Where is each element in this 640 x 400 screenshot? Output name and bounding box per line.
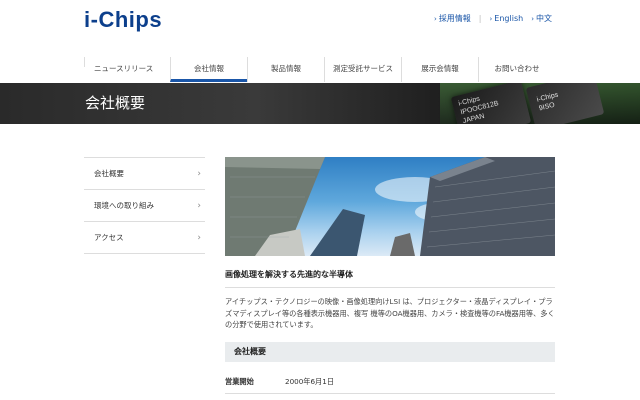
util-link-english[interactable]: › English bbox=[489, 14, 523, 23]
util-link-label: English bbox=[494, 14, 524, 23]
nav-item-measurement[interactable]: 測定受託サービス bbox=[324, 57, 401, 82]
info-row: 営業開始 2000年6月1日 bbox=[225, 377, 555, 387]
chevron-right-icon: › bbox=[197, 200, 201, 211]
sidebar-item-label: アクセス bbox=[94, 233, 124, 242]
logo[interactable]: i-Chips bbox=[84, 7, 162, 33]
chevron-right-icon: › bbox=[197, 232, 201, 243]
utility-nav: › 採用情報 | › English › 中文 bbox=[434, 13, 552, 24]
section-title: 会社概要 bbox=[225, 342, 555, 362]
chip-label: i-Chips IPOOC812B JAPAN bbox=[457, 95, 500, 124]
nav-item-exhibitions[interactable]: 展示会情報 bbox=[401, 57, 478, 82]
chevron-right-icon: › bbox=[489, 15, 493, 23]
global-nav: ニュースリリース 会社情報 製品情報 測定受託サービス 展示会情報 お問い合わせ bbox=[84, 57, 555, 82]
page-banner: i-Chips IPOOC812B JAPAN i-Chips 9ISO 会社概… bbox=[0, 83, 640, 124]
util-link-label: 中文 bbox=[536, 14, 552, 23]
sidebar-item-environment[interactable]: 環境への取り組み › bbox=[84, 189, 205, 221]
nav-item-products[interactable]: 製品情報 bbox=[247, 57, 324, 82]
divider bbox=[225, 393, 555, 394]
sidebar-item-label: 環境への取り組み bbox=[94, 201, 154, 210]
util-link-label: 採用情報 bbox=[438, 14, 471, 23]
content-description: アイチップス・テクノロジーの映像・画像処理向けLSI は、プロジェクター・液晶デ… bbox=[225, 297, 555, 329]
nav-item-contact[interactable]: お問い合わせ bbox=[478, 57, 555, 82]
sidebar-item-access[interactable]: アクセス › bbox=[84, 221, 205, 254]
chip-label: i-Chips 9ISO bbox=[536, 91, 559, 113]
divider bbox=[225, 287, 555, 288]
info-value: 2000年6月1日 bbox=[285, 377, 335, 386]
page-title: 会社概要 bbox=[85, 94, 146, 112]
nav-item-news[interactable]: ニュースリリース bbox=[84, 57, 170, 82]
sidebar-item-overview[interactable]: 会社概要 › bbox=[84, 157, 205, 189]
skyscrapers-graphic bbox=[225, 157, 555, 256]
sidebar-nav: 会社概要 › 環境への取り組み › アクセス › bbox=[84, 157, 205, 254]
chevron-right-icon: › bbox=[197, 168, 201, 179]
info-key: 営業開始 bbox=[225, 377, 254, 386]
chevron-right-icon: › bbox=[531, 15, 534, 23]
content-subheading: 画像処理を解決する先進的な半導体 bbox=[225, 270, 353, 279]
sidebar-item-label: 会社概要 bbox=[94, 169, 124, 178]
util-link-chinese[interactable]: › 中文 bbox=[531, 13, 552, 24]
chevron-right-icon: › bbox=[433, 15, 437, 23]
nav-item-company[interactable]: 会社情報 bbox=[170, 57, 247, 82]
hero-image bbox=[225, 157, 555, 256]
util-link-recruit[interactable]: › 採用情報 bbox=[434, 13, 471, 24]
divider: | bbox=[478, 14, 482, 23]
